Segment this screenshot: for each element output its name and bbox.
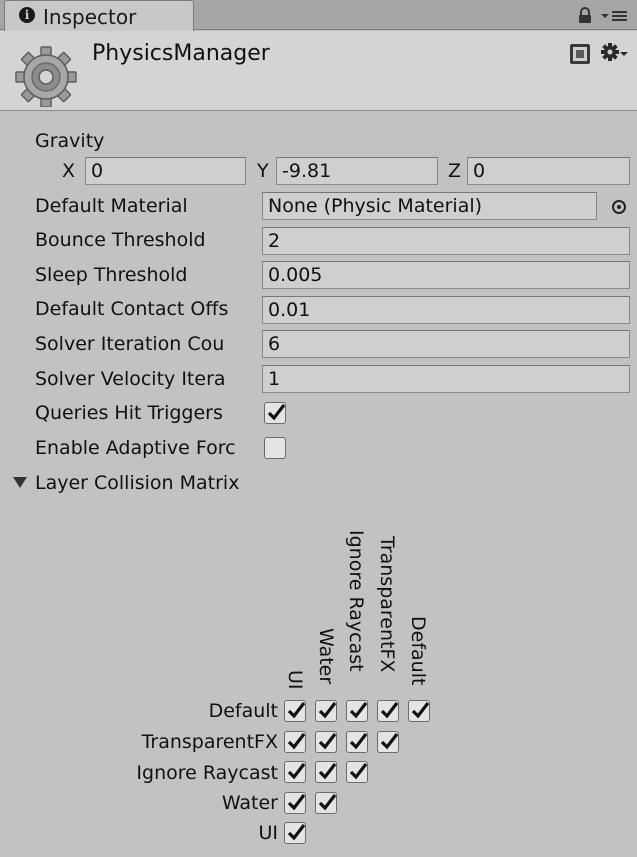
gravity-x-field[interactable]: 0 [85, 157, 246, 185]
foldout-arrow-icon[interactable] [12, 475, 28, 489]
matrix-row-transparentfx: TransparentFX [141, 731, 278, 753]
matrix-column-water: Water [315, 628, 337, 685]
queries-hit-triggers-label: Queries Hit Triggers [35, 402, 223, 424]
checkmark-icon [349, 763, 368, 780]
component-header: PhysicsManager [0, 31, 637, 111]
checkmark-icon [287, 702, 306, 719]
matrix-checkbox-transparentfx-ui[interactable] [284, 731, 306, 753]
matrix-column-transparentfx: TransparentFX [376, 536, 398, 673]
matrix-column-ui: UI [284, 670, 306, 690]
matrix-checkbox-ignore-raycast-ui[interactable] [284, 761, 306, 783]
inspector-tab[interactable]: i Inspector [4, 0, 194, 31]
checkmark-icon [411, 702, 430, 719]
matrix-column-default: Default [407, 616, 429, 686]
checkmark-icon [380, 702, 399, 719]
lock-icon[interactable] [577, 7, 593, 24]
checkmark-icon [349, 733, 368, 750]
solver-velocity-iterations-label: Solver Velocity Itera [35, 368, 226, 390]
solver-iteration-count-field[interactable]: 6 [262, 330, 630, 358]
matrix-checkbox-default-transparentfx[interactable] [377, 700, 399, 722]
checkmark-icon [287, 794, 306, 811]
gravity-label: Gravity [35, 130, 105, 152]
enable-adaptive-force-checkbox[interactable] [264, 437, 286, 459]
checkmark-icon [318, 702, 337, 719]
gravity-y-label: Y [257, 160, 269, 182]
matrix-checkbox-ignore-raycast-ignore-raycast[interactable] [346, 761, 368, 783]
checkmark-icon [267, 404, 286, 421]
default-contact-offset-field[interactable]: 0.01 [262, 296, 630, 324]
enable-adaptive-force-label: Enable Adaptive Forc [35, 437, 236, 459]
matrix-checkbox-default-ui[interactable] [284, 700, 306, 722]
default-contact-offset-label: Default Contact Offs [35, 298, 229, 320]
matrix-row-default: Default [208, 700, 278, 722]
layer-collision-matrix-label[interactable]: Layer Collision Matrix [35, 472, 239, 494]
gravity-z-label: Z [448, 160, 462, 182]
checkmark-icon [287, 733, 306, 750]
default-material-field[interactable]: None (Physic Material) [262, 192, 597, 220]
matrix-checkbox-transparentfx-water[interactable] [315, 731, 337, 753]
gravity-y-field[interactable]: -9.81 [276, 157, 438, 185]
checkmark-icon [318, 794, 337, 811]
matrix-column-ignore-raycast: Ignore Raycast [345, 530, 367, 672]
checkmark-icon [318, 763, 337, 780]
solver-velocity-iterations-field[interactable]: 1 [262, 365, 630, 393]
component-title: PhysicsManager [92, 41, 270, 66]
solver-iteration-count-label: Solver Iteration Cou [35, 333, 225, 355]
matrix-row-ignore-raycast: Ignore Raycast [136, 762, 278, 784]
queries-hit-triggers-checkbox[interactable] [264, 402, 286, 424]
matrix-checkbox-ui-ui[interactable] [284, 822, 306, 844]
bounce-threshold-label: Bounce Threshold [35, 229, 206, 251]
default-material-label: Default Material [35, 195, 188, 217]
gravity-z-field[interactable]: 0 [467, 157, 630, 185]
gravity-x-label: X [62, 160, 76, 182]
bounce-threshold-field[interactable]: 2 [262, 227, 630, 255]
matrix-checkbox-default-default[interactable] [408, 700, 430, 722]
inspector-tab-bar: i Inspector [0, 0, 637, 31]
sleep-threshold-label: Sleep Threshold [35, 264, 188, 286]
checkmark-icon [318, 733, 337, 750]
checkmark-icon [380, 733, 399, 750]
matrix-checkbox-default-water[interactable] [315, 700, 337, 722]
checkmark-icon [287, 824, 306, 841]
inspector-tab-label: Inspector [43, 5, 137, 29]
checkmark-icon [349, 702, 368, 719]
matrix-checkbox-water-ui[interactable] [284, 792, 306, 814]
matrix-checkbox-ignore-raycast-water[interactable] [315, 761, 337, 783]
context-menu-icon[interactable] [600, 7, 628, 24]
info-icon: i [19, 7, 35, 23]
gear-icon [15, 46, 77, 107]
matrix-row-ui: UI [258, 822, 278, 844]
checkmark-icon [287, 763, 306, 780]
settings-gear-icon[interactable] [600, 42, 630, 66]
matrix-checkbox-water-water[interactable] [315, 792, 337, 814]
sleep-threshold-field[interactable]: 0.005 [262, 261, 630, 289]
matrix-row-water: Water [221, 792, 278, 814]
matrix-checkbox-transparentfx-transparentfx[interactable] [377, 731, 399, 753]
matrix-checkbox-default-ignore-raycast[interactable] [346, 700, 368, 722]
matrix-checkbox-transparentfx-ignore-raycast[interactable] [346, 731, 368, 753]
book-icon[interactable] [568, 42, 592, 66]
object-picker-icon[interactable] [611, 199, 627, 215]
